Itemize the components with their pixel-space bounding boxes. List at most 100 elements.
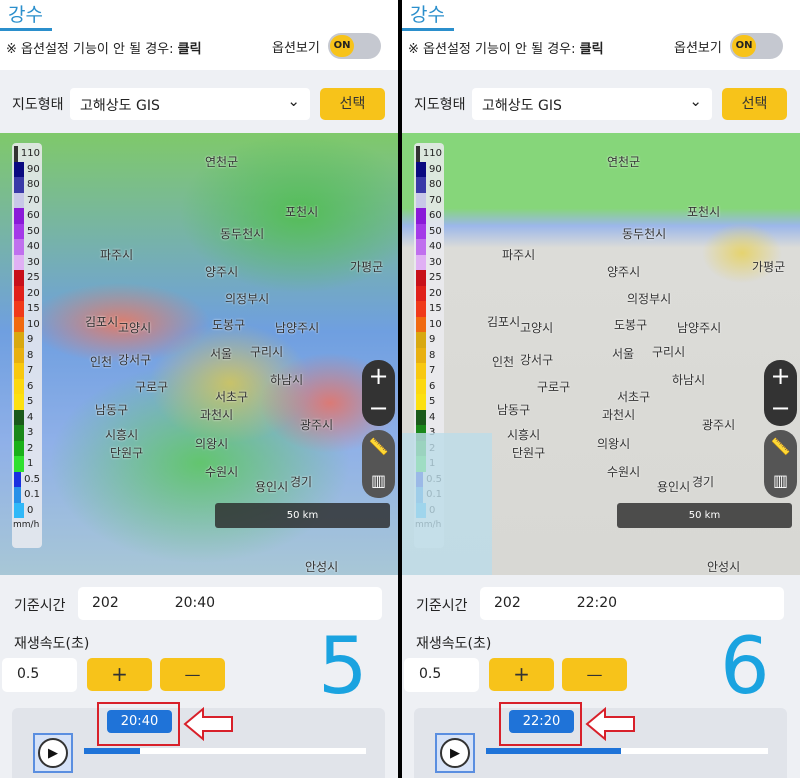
- legend-swatch: [416, 223, 426, 239]
- legend-value: 60: [27, 210, 40, 222]
- play-button[interactable]: ▶: [33, 733, 73, 773]
- legend-row: 5: [416, 394, 442, 410]
- legend-swatch: [416, 394, 426, 410]
- tab-rainfall[interactable]: 강수: [410, 0, 445, 27]
- place-label: 하남시: [270, 373, 304, 387]
- legend-value: 25: [429, 272, 442, 284]
- legend-swatch: [416, 254, 426, 270]
- ruler-icon[interactable]: 📏: [362, 430, 395, 464]
- legend-row: 10: [416, 316, 442, 332]
- radar-map[interactable]: 연천군 포천시 동두천시 파주시 양주시 가평군 의정부시 김포시 고양시 도봉구 남양주시 서울 구리…: [0, 133, 398, 575]
- place-label: 구리시: [250, 345, 284, 359]
- toggle-knob: ON: [732, 35, 756, 57]
- layers-icon[interactable]: ▥: [764, 464, 797, 498]
- legend: 110 90 80 70 60 50 40 30 25 20 15 10 9 8 7 6 5 4 3 2 1 0.5 0.1…: [414, 143, 444, 548]
- speed-plus-button[interactable]: +: [87, 658, 152, 691]
- legend-swatch: [14, 502, 24, 518]
- screen-left: 강수 ※ 옵션설정 기능이 안 될 경우: 클릭 옵션보기 ON 지도형태 고해…: [0, 0, 398, 778]
- map-type-value: 고해상도 GIS: [482, 98, 562, 114]
- tab-rainfall[interactable]: 강수: [8, 0, 43, 27]
- zoom-in-button[interactable]: +: [764, 360, 797, 392]
- zoom-out-button[interactable]: −: [362, 392, 395, 424]
- scale-bar: 50 km: [617, 503, 792, 528]
- legend-value: 30: [27, 256, 40, 268]
- base-time-label: 기준시간: [416, 598, 468, 614]
- map-type-select[interactable]: 고해상도 GIS ⌄: [472, 88, 712, 120]
- frame-number-annotation: 5: [318, 622, 368, 712]
- play-icon: ▶: [38, 738, 68, 768]
- legend-swatch: [14, 394, 24, 410]
- legend-value: 70: [27, 194, 40, 206]
- zoom-controls: + −: [764, 360, 797, 426]
- place-label: 도봉구: [212, 318, 246, 332]
- zoom-in-button[interactable]: +: [362, 360, 395, 392]
- option-view-toggle[interactable]: ON: [328, 33, 381, 59]
- select-button[interactable]: 선택: [320, 88, 385, 120]
- note-click-link[interactable]: 클릭: [580, 42, 604, 57]
- place-label: 의왕시: [597, 437, 631, 451]
- legend-row: 5: [14, 394, 40, 410]
- speed-input[interactable]: 0.5: [2, 658, 77, 692]
- base-time-field: 202 22:20: [480, 587, 784, 620]
- speed-minus-button[interactable]: —: [160, 658, 225, 691]
- place-label: 하남시: [672, 373, 706, 387]
- legend-value: 15: [27, 303, 40, 315]
- legend-row: 1: [14, 456, 40, 472]
- legend-swatch: [14, 487, 22, 503]
- ruler-icon[interactable]: 📏: [764, 430, 797, 464]
- legend-value: 1: [429, 458, 436, 470]
- legend-value: 0.1: [426, 489, 442, 501]
- map-type-label: 지도형태: [12, 97, 64, 113]
- legend-swatch: [14, 285, 24, 301]
- legend-row: 6: [416, 378, 442, 394]
- legend-value: 8: [429, 349, 436, 361]
- legend-value: 70: [429, 194, 442, 206]
- speed-input[interactable]: 0.5: [404, 658, 479, 692]
- legend-value: 5: [429, 396, 436, 408]
- radar-map[interactable]: 연천군 포천시 동두천시 파주시 양주시 가평군 의정부시 김포시 고양시 도봉구 남양주시 서울 구리…: [402, 133, 800, 575]
- legend-row: 3: [416, 425, 442, 441]
- timeline-slider[interactable]: [486, 748, 768, 754]
- map-type-select[interactable]: 고해상도 GIS ⌄: [70, 88, 310, 120]
- place-label: 김포시: [487, 315, 521, 329]
- highlight-box: [97, 702, 180, 746]
- timeline-progress: [486, 748, 622, 754]
- note-text: ※ 옵션설정 기능이 안 될 경우:: [408, 42, 580, 57]
- legend-row: 20: [14, 285, 40, 301]
- header: 강수 ※ 옵션설정 기능이 안 될 경우: 클릭 옵션보기 ON: [0, 0, 398, 70]
- legend-row: 15: [14, 301, 40, 317]
- scale-bar: 50 km: [215, 503, 390, 528]
- layers-icon[interactable]: ▥: [362, 464, 395, 498]
- place-label: 경기: [692, 475, 715, 489]
- option-view-toggle[interactable]: ON: [730, 33, 783, 59]
- legend-value: 110: [20, 148, 40, 160]
- legend-swatch: [14, 301, 24, 317]
- note-click-link[interactable]: 클릭: [178, 42, 202, 57]
- speed-minus-button[interactable]: —: [562, 658, 627, 691]
- legend-value: 30: [429, 256, 442, 268]
- place-label: 인천: [492, 355, 515, 369]
- place-label: 서초구: [215, 390, 249, 404]
- speed-plus-button[interactable]: +: [489, 658, 554, 691]
- legend-row: 8: [416, 347, 442, 363]
- place-label: 의정부시: [225, 292, 270, 306]
- legend-swatch: [416, 301, 426, 317]
- legend-value: 0.5: [426, 473, 442, 485]
- place-label: 남동구: [497, 403, 531, 417]
- legend-value: 6: [27, 380, 34, 392]
- arrow-left-icon: [585, 706, 635, 742]
- legend-value: 9: [27, 334, 34, 346]
- legend-swatch: [14, 332, 24, 348]
- option-note: ※ 옵션설정 기능이 안 될 경우: 클릭: [6, 38, 202, 57]
- map-type-value: 고해상도 GIS: [80, 98, 160, 114]
- base-time-label: 기준시간: [14, 598, 66, 614]
- place-label: 과천시: [200, 408, 234, 422]
- legend-swatch: [416, 208, 426, 224]
- play-button[interactable]: ▶: [435, 733, 475, 773]
- zoom-out-button[interactable]: −: [764, 392, 797, 424]
- zoom-controls: + −: [362, 360, 395, 426]
- select-button[interactable]: 선택: [722, 88, 787, 120]
- place-label: 의왕시: [195, 437, 229, 451]
- legend-value: 8: [27, 349, 34, 361]
- timeline-slider[interactable]: [84, 748, 366, 754]
